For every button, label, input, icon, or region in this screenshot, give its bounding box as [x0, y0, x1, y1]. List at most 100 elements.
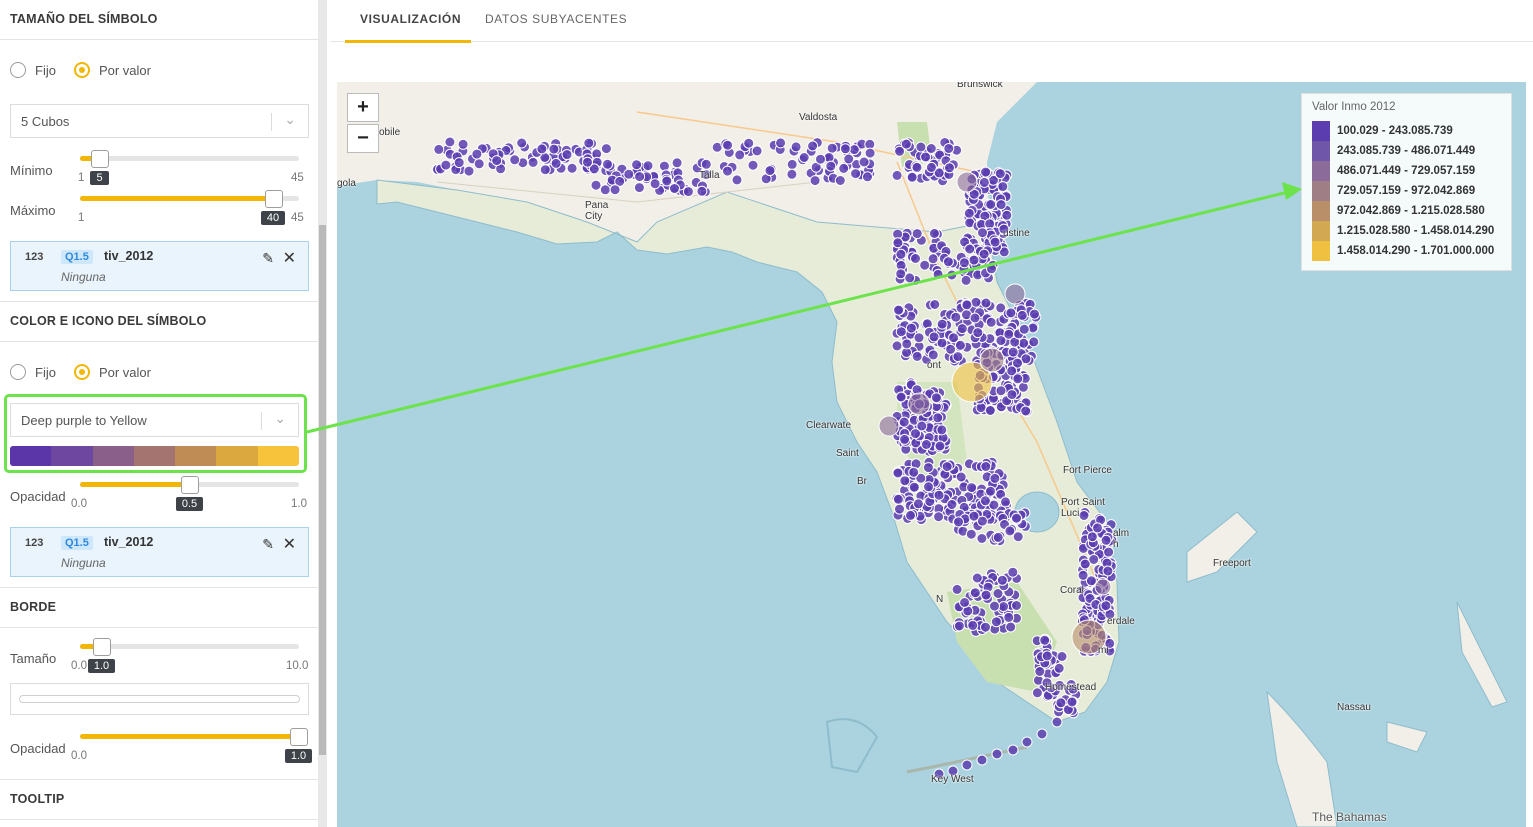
- data-point[interactable]: [602, 158, 613, 170]
- data-point[interactable]: [682, 186, 694, 198]
- data-point[interactable]: [958, 257, 970, 269]
- data-point[interactable]: [838, 162, 850, 174]
- color-fixed-radio[interactable]: [10, 364, 26, 380]
- data-point[interactable]: [1016, 309, 1028, 321]
- data-point[interactable]: [891, 340, 903, 352]
- data-point[interactable]: [1018, 337, 1030, 349]
- data-point[interactable]: [642, 160, 654, 172]
- data-point[interactable]: [908, 481, 920, 493]
- data-point[interactable]: [980, 589, 992, 601]
- data-point[interactable]: [786, 158, 798, 170]
- max-size-slider-handle[interactable]: [265, 190, 283, 208]
- data-point[interactable]: [1039, 634, 1051, 646]
- data-point[interactable]: [561, 149, 573, 161]
- data-point[interactable]: [1004, 283, 1026, 305]
- data-point[interactable]: [963, 207, 975, 219]
- data-point[interactable]: [536, 143, 548, 155]
- border-opacity-slider-handle[interactable]: [290, 728, 308, 746]
- data-point[interactable]: [1001, 209, 1013, 221]
- close-icon[interactable]: ✕: [283, 248, 296, 268]
- data-point[interactable]: [1056, 651, 1068, 662]
- data-point[interactable]: [1007, 566, 1019, 578]
- data-point[interactable]: [1031, 687, 1043, 699]
- zoom-out-button[interactable]: −: [347, 124, 379, 153]
- data-point[interactable]: [582, 156, 593, 168]
- data-point[interactable]: [953, 620, 965, 632]
- data-point[interactable]: [984, 405, 996, 416]
- data-point[interactable]: [1086, 531, 1098, 543]
- data-point[interactable]: [978, 176, 990, 188]
- data-point[interactable]: [864, 147, 876, 159]
- data-point[interactable]: [731, 174, 743, 186]
- data-point[interactable]: [934, 440, 946, 452]
- data-point[interactable]: [893, 304, 904, 316]
- data-point[interactable]: [986, 263, 997, 275]
- color-section-title[interactable]: COLOR E ICONO DEL SÍMBOLO: [0, 302, 318, 342]
- data-point[interactable]: [910, 428, 921, 440]
- data-point[interactable]: [985, 316, 997, 328]
- data-point[interactable]: [894, 503, 905, 515]
- data-point[interactable]: [895, 391, 907, 403]
- data-point[interactable]: [809, 175, 821, 187]
- data-point[interactable]: [751, 145, 763, 157]
- classification-select[interactable]: 5 Cubos ⌄: [10, 104, 309, 138]
- data-point[interactable]: [1018, 323, 1030, 335]
- data-point[interactable]: [1102, 565, 1114, 577]
- data-point[interactable]: [649, 178, 661, 190]
- data-point[interactable]: [908, 466, 920, 478]
- data-point[interactable]: [891, 169, 903, 181]
- data-point[interactable]: [1079, 558, 1091, 570]
- data-point[interactable]: [878, 415, 900, 437]
- size-fixed-radio[interactable]: [10, 62, 26, 78]
- data-point[interactable]: [996, 574, 1008, 586]
- data-point[interactable]: [790, 141, 802, 153]
- data-point[interactable]: [1100, 600, 1112, 612]
- data-point[interactable]: [747, 159, 759, 171]
- data-point[interactable]: [913, 332, 925, 344]
- tooltip-section-title[interactable]: TOOLTIP: [0, 780, 318, 820]
- data-point[interactable]: [923, 481, 934, 493]
- data-point[interactable]: [980, 461, 992, 472]
- data-point[interactable]: [911, 350, 923, 362]
- data-point[interactable]: [550, 157, 562, 169]
- data-point[interactable]: [764, 165, 776, 177]
- data-point[interactable]: [669, 183, 680, 194]
- data-point[interactable]: [1012, 373, 1024, 385]
- data-point[interactable]: [904, 272, 916, 284]
- data-point[interactable]: [722, 165, 733, 177]
- data-point[interactable]: [539, 164, 551, 176]
- data-point[interactable]: [901, 338, 913, 350]
- data-point[interactable]: [722, 139, 734, 151]
- color-by-value-label[interactable]: Por valor: [99, 365, 151, 380]
- data-point[interactable]: [895, 248, 907, 260]
- data-point[interactable]: [906, 171, 918, 183]
- data-point[interactable]: [590, 179, 602, 191]
- data-point[interactable]: [912, 498, 924, 510]
- data-point[interactable]: [826, 142, 838, 154]
- data-point[interactable]: [1007, 744, 1019, 756]
- data-point[interactable]: [911, 161, 923, 173]
- data-point[interactable]: [471, 148, 483, 160]
- data-point[interactable]: [936, 318, 948, 330]
- pencil-icon[interactable]: ✎: [262, 250, 274, 267]
- data-point[interactable]: [1020, 405, 1032, 417]
- data-point[interactable]: [786, 168, 798, 180]
- data-point[interactable]: [1041, 650, 1053, 662]
- min-size-slider-track[interactable]: [80, 156, 299, 161]
- data-point[interactable]: [941, 461, 953, 473]
- data-point[interactable]: [961, 299, 973, 311]
- data-point[interactable]: [834, 175, 846, 186]
- data-point[interactable]: [972, 327, 984, 339]
- data-point[interactable]: [956, 171, 978, 193]
- data-point[interactable]: [932, 268, 944, 280]
- data-point[interactable]: [910, 253, 921, 264]
- data-point[interactable]: [444, 136, 456, 148]
- data-point[interactable]: [915, 141, 927, 153]
- data-point[interactable]: [1085, 575, 1097, 587]
- data-point[interactable]: [899, 433, 911, 445]
- data-point[interactable]: [911, 228, 923, 240]
- data-point[interactable]: [858, 156, 870, 168]
- data-point[interactable]: [992, 531, 1004, 543]
- color-by-value-radio[interactable]: [73, 364, 90, 380]
- data-point[interactable]: [950, 311, 962, 323]
